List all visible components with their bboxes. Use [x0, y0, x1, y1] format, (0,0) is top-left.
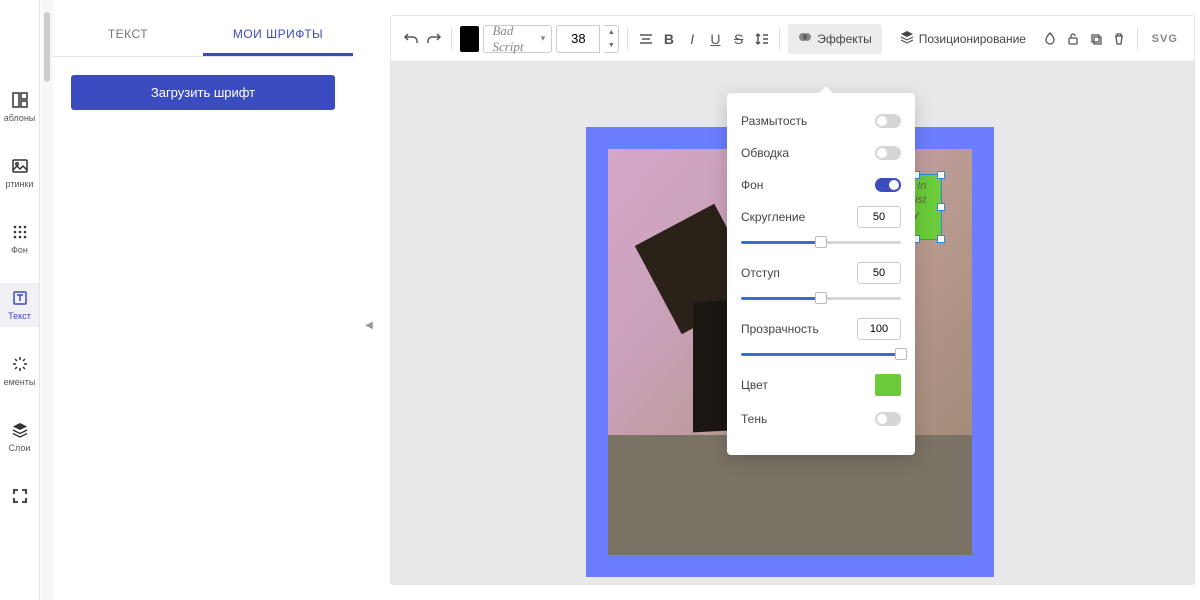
redo-button[interactable]: [424, 26, 443, 52]
font-size-input[interactable]: [556, 25, 600, 53]
fullscreen-icon: [11, 487, 29, 505]
rail-templates[interactable]: аблоны: [0, 85, 39, 129]
fx-padding-input[interactable]: [857, 262, 901, 284]
tool-rail: аблоны ртинки Фон Текст ементы Слои: [0, 0, 40, 600]
elements-icon: [11, 355, 29, 373]
rail-label: ементы: [4, 377, 36, 387]
effects-icon: [798, 30, 812, 47]
grid-icon: [11, 223, 29, 241]
rail-background[interactable]: Фон: [0, 217, 39, 261]
image-icon: [11, 157, 29, 175]
fx-shadow-toggle[interactable]: [875, 412, 901, 426]
text-color-swatch[interactable]: [460, 26, 479, 52]
step-up-icon[interactable]: ▲: [604, 26, 618, 39]
font-family-select[interactable]: Bad Script: [483, 25, 552, 53]
fx-stroke-toggle[interactable]: [875, 146, 901, 160]
underline-button[interactable]: U: [706, 26, 725, 52]
separator: [1137, 28, 1138, 50]
fx-radius-input[interactable]: [857, 206, 901, 228]
rail-label: Текст: [8, 311, 31, 321]
upload-font-button[interactable]: Загрузить шрифт: [71, 75, 335, 110]
tab-text[interactable]: ТЕКСТ: [53, 15, 203, 56]
fx-shadow-label: Тень: [741, 412, 767, 426]
fx-opacity-label: Прозрачность: [741, 322, 819, 336]
canvas[interactable]: ty In mist y Размытость Обводка: [391, 62, 1194, 584]
rail-label: ртинки: [6, 179, 34, 189]
step-down-icon[interactable]: ▼: [604, 39, 618, 52]
rail-label: Фон: [11, 245, 28, 255]
font-size-steppers[interactable]: ▲▼: [604, 25, 619, 53]
align-button[interactable]: [636, 26, 655, 52]
fx-color-chip[interactable]: [875, 374, 901, 396]
layers-icon: [900, 30, 914, 47]
fx-bg-toggle[interactable]: [875, 178, 901, 192]
scrollbar[interactable]: [41, 0, 53, 600]
separator: [451, 28, 452, 50]
rail-label: Слои: [9, 443, 31, 453]
fx-opacity-input[interactable]: [857, 318, 901, 340]
fx-blur-label: Размытость: [741, 114, 807, 128]
opacity-button[interactable]: [1040, 26, 1059, 52]
panel-tabs: ТЕКСТ МОИ ШРИФТЫ: [53, 15, 353, 57]
positioning-label: Позиционирование: [919, 32, 1026, 46]
separator: [779, 28, 780, 50]
side-panel: ТЕКСТ МОИ ШРИФТЫ Загрузить шрифт: [53, 15, 353, 585]
separator: [627, 28, 628, 50]
rail-elements[interactable]: ементы: [0, 349, 39, 393]
fx-radius-slider[interactable]: [741, 235, 901, 249]
fx-padding-label: Отступ: [741, 266, 780, 280]
resize-handle[interactable]: [937, 203, 945, 211]
rail-layers[interactable]: Слои: [0, 415, 39, 459]
effects-button[interactable]: Эффекты: [788, 24, 882, 54]
fx-color-label: Цвет: [741, 378, 768, 392]
italic-button[interactable]: I: [683, 26, 702, 52]
rail-text[interactable]: Текст: [0, 283, 39, 327]
fx-padding-slider[interactable]: [741, 291, 901, 305]
templates-icon: [11, 91, 29, 109]
rail-label: аблоны: [4, 113, 36, 123]
delete-button[interactable]: [1110, 26, 1129, 52]
lock-button[interactable]: [1063, 26, 1082, 52]
bold-button[interactable]: B: [659, 26, 678, 52]
top-toolbar: Bad Script ▲▼ B I U S Эффекты Позиционир…: [391, 16, 1194, 62]
positioning-button[interactable]: Позиционирование: [890, 24, 1036, 54]
tab-my-fonts[interactable]: МОИ ШРИФТЫ: [203, 15, 353, 56]
fx-blur-toggle[interactable]: [875, 114, 901, 128]
layers-icon: [11, 421, 29, 439]
effects-label: Эффекты: [817, 32, 872, 46]
svg-export-button[interactable]: SVG: [1152, 33, 1178, 45]
resize-handle[interactable]: [937, 171, 945, 179]
text-icon: [11, 289, 29, 307]
line-height-button[interactable]: [752, 26, 771, 52]
rail-images[interactable]: ртинки: [0, 151, 39, 195]
fx-stroke-label: Обводка: [741, 146, 789, 160]
effects-dropdown: Размытость Обводка Фон Скругление Отступ: [727, 93, 915, 455]
duplicate-button[interactable]: [1086, 26, 1105, 52]
collapse-panel-handle[interactable]: ◀: [362, 315, 376, 335]
fx-opacity-slider[interactable]: [741, 347, 901, 361]
rail-fullscreen[interactable]: [0, 481, 39, 511]
fx-radius-label: Скругление: [741, 210, 805, 224]
fx-bg-label: Фон: [741, 178, 763, 192]
resize-handle[interactable]: [937, 235, 945, 243]
editor-area: Bad Script ▲▼ B I U S Эффекты Позиционир…: [390, 15, 1195, 585]
strikethrough-button[interactable]: S: [729, 26, 748, 52]
undo-button[interactable]: [401, 26, 420, 52]
